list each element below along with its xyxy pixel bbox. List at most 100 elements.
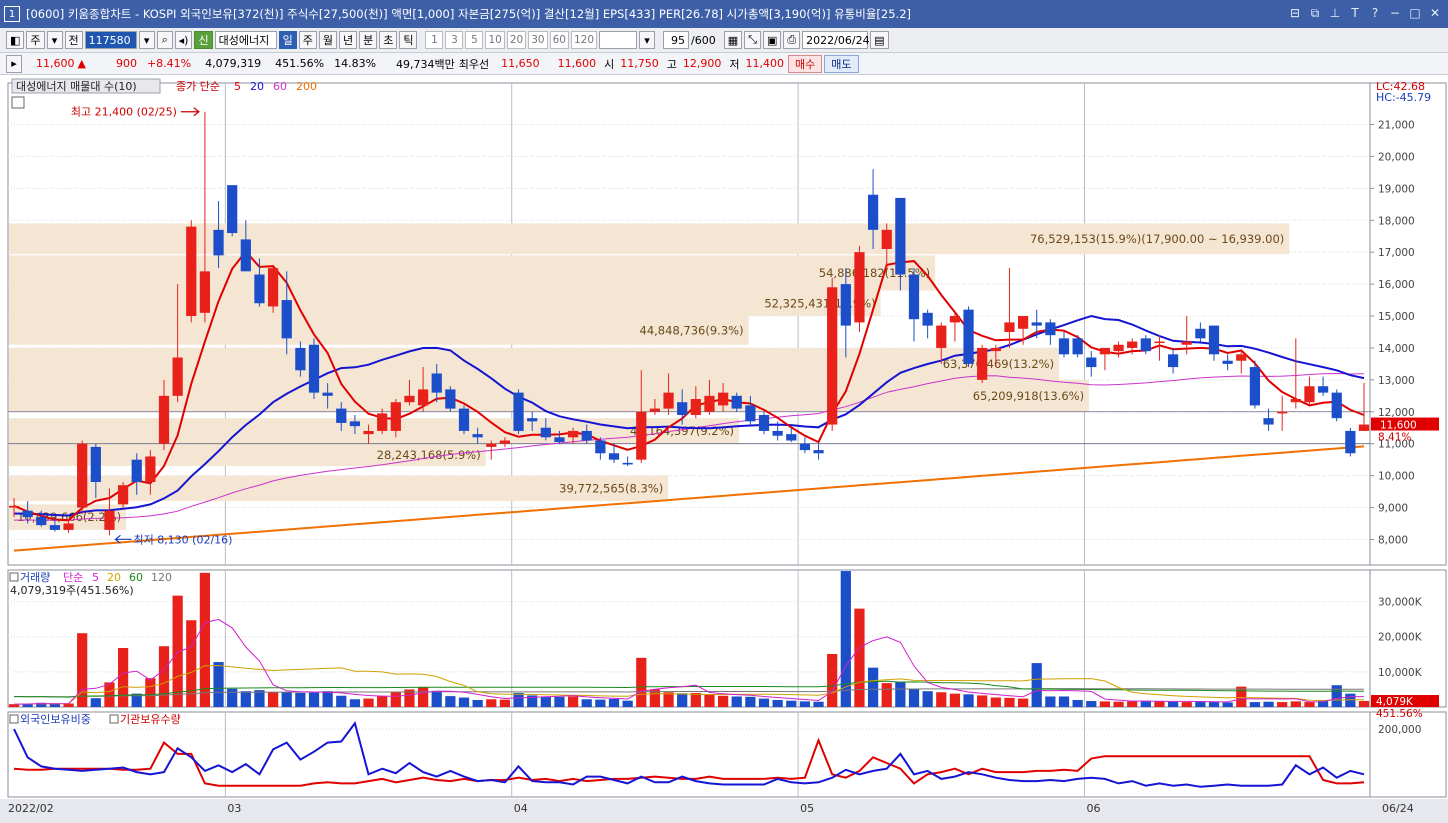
candle-down (281, 300, 292, 339)
ma-legend-5: 5 (234, 80, 241, 93)
volume-bar (1331, 685, 1342, 707)
interval-5[interactable]: 5 (465, 31, 484, 49)
candle-down (1263, 418, 1274, 425)
period-minute[interactable]: 분 (359, 31, 378, 49)
code-dropdown-icon[interactable]: ▾ (138, 31, 155, 49)
print-icon[interactable]: ⎙ (783, 31, 801, 49)
candle-down (49, 525, 61, 530)
price-axis-label: 19,000 (1378, 183, 1415, 195)
volume-bar (717, 695, 729, 707)
price-axis-label: 14,000 (1378, 343, 1415, 355)
volume-bar (472, 699, 483, 707)
calculator-icon (11, 96, 25, 109)
candle-down (1345, 430, 1356, 454)
period-week[interactable]: 주 (298, 31, 317, 49)
candle-down (813, 450, 824, 454)
volume-bar (90, 698, 101, 707)
volume-bar (786, 700, 797, 707)
volume-bar (145, 678, 156, 707)
volume-bar (1290, 701, 1301, 707)
candle-down (213, 229, 224, 256)
volume-bar (1167, 701, 1179, 707)
interval-dropdown-icon[interactable]: ▾ (639, 31, 656, 49)
candle-down (227, 185, 238, 234)
volume-bar (1045, 696, 1056, 707)
week-button[interactable]: 주 (26, 31, 45, 49)
volume-profile-label: 65,209,918(13.6%) (973, 389, 1084, 403)
candle-down (1249, 367, 1261, 406)
volume-bar (158, 646, 170, 707)
close-icon[interactable]: ✕ (1428, 5, 1442, 21)
interval-1[interactable]: 1 (425, 31, 444, 49)
ma-legend-200: 200 (296, 80, 317, 93)
chart-settings-icon[interactable]: ◧ (6, 31, 25, 49)
candle-down (540, 427, 551, 438)
link-icon[interactable]: ⊟ (1288, 5, 1302, 21)
period-day[interactable]: 일 (278, 31, 297, 49)
volume-bar (813, 701, 824, 707)
volume-bar (267, 691, 279, 707)
volume-profile-bar (9, 379, 1090, 412)
interval-3[interactable]: 3 (445, 31, 464, 49)
candle-down (1072, 338, 1083, 355)
candle-up (404, 395, 415, 403)
candle-down (1045, 322, 1056, 336)
candle-up (199, 271, 211, 313)
period-tick[interactable]: 틱 (399, 31, 418, 49)
price-axis-label: 8,000 (1378, 534, 1408, 546)
interval-10[interactable]: 10 (485, 31, 505, 49)
volume-bar (867, 667, 879, 707)
period-month[interactable]: 월 (318, 31, 337, 49)
calendar-icon[interactable]: ▤ (870, 31, 889, 49)
candle-down (1031, 322, 1042, 326)
interval-60[interactable]: 60 (549, 31, 569, 49)
period-second[interactable]: 초 (379, 31, 398, 49)
search-icon[interactable]: ⌕ (156, 31, 173, 49)
x-axis: 2022/02 03 04 05 06 06/24 (0, 799, 1448, 823)
grid-icon[interactable]: ▦ (723, 31, 743, 49)
candle-up (567, 430, 579, 438)
candle-down (1195, 328, 1206, 339)
volume-ratio: 451.56% (275, 57, 325, 70)
period-year[interactable]: 년 (338, 31, 358, 49)
minimize-icon[interactable]: − (1388, 5, 1402, 21)
title-bar: 1 [0600] 키움종합차트 - KOSPI 외국인보유[372(천)] 주식… (0, 0, 1448, 28)
volume-bar (227, 688, 238, 707)
interval-30[interactable]: 30 (528, 31, 548, 49)
volume-bar (445, 696, 456, 707)
interval-input[interactable] (599, 31, 638, 49)
save-icon[interactable]: ▣ (762, 31, 782, 49)
sell-button[interactable]: 매도 (824, 54, 859, 73)
draw-icon[interactable]: ⤡ (744, 31, 761, 49)
help-icon[interactable]: ? (1368, 5, 1382, 21)
turnover-ratio: 14.83% (334, 57, 377, 70)
stock-code-input[interactable]: 117580 (84, 31, 137, 49)
collapse-icon[interactable]: ▸ (6, 54, 22, 73)
volume-profile-bar (9, 290, 881, 317)
date-input[interactable]: 2022/06/24 (802, 31, 870, 49)
candle-down (554, 437, 565, 443)
text-icon[interactable]: T (1348, 5, 1362, 21)
buy-button[interactable]: 매수 (788, 54, 823, 73)
price-axis-label: 18,000 (1378, 215, 1415, 227)
candle-up (104, 510, 115, 530)
dropdown-icon[interactable]: ▾ (46, 31, 63, 49)
chart-area[interactable]: 21,000 20,000 19,000 18,000 17,000 16,000 15,0… (0, 75, 1448, 823)
ma-legend-60: 60 (273, 80, 287, 93)
interval-20[interactable]: 20 (506, 31, 527, 49)
volume-bar (417, 687, 429, 707)
high-label: 고 (666, 57, 677, 71)
volume-bar (663, 692, 674, 707)
new-badge[interactable]: 신 (194, 31, 213, 49)
pin-icon[interactable]: ⊥ (1328, 5, 1342, 21)
maximize-icon[interactable]: □ (1408, 5, 1422, 21)
interval-120[interactable]: 120 (570, 31, 598, 49)
candle-up (363, 430, 374, 435)
price-axis-label: 13,000 (1378, 375, 1415, 387)
speaker-icon[interactable]: ◂) (174, 31, 193, 49)
count-input[interactable]: 95 (663, 31, 690, 49)
all-button[interactable]: 전 (64, 31, 83, 49)
restore-icon[interactable]: ⧉ (1308, 5, 1322, 21)
volume-bar (854, 608, 865, 707)
chart-canvas[interactable]: 21,000 20,000 19,000 18,000 17,000 16,000 15,0… (0, 75, 1448, 823)
